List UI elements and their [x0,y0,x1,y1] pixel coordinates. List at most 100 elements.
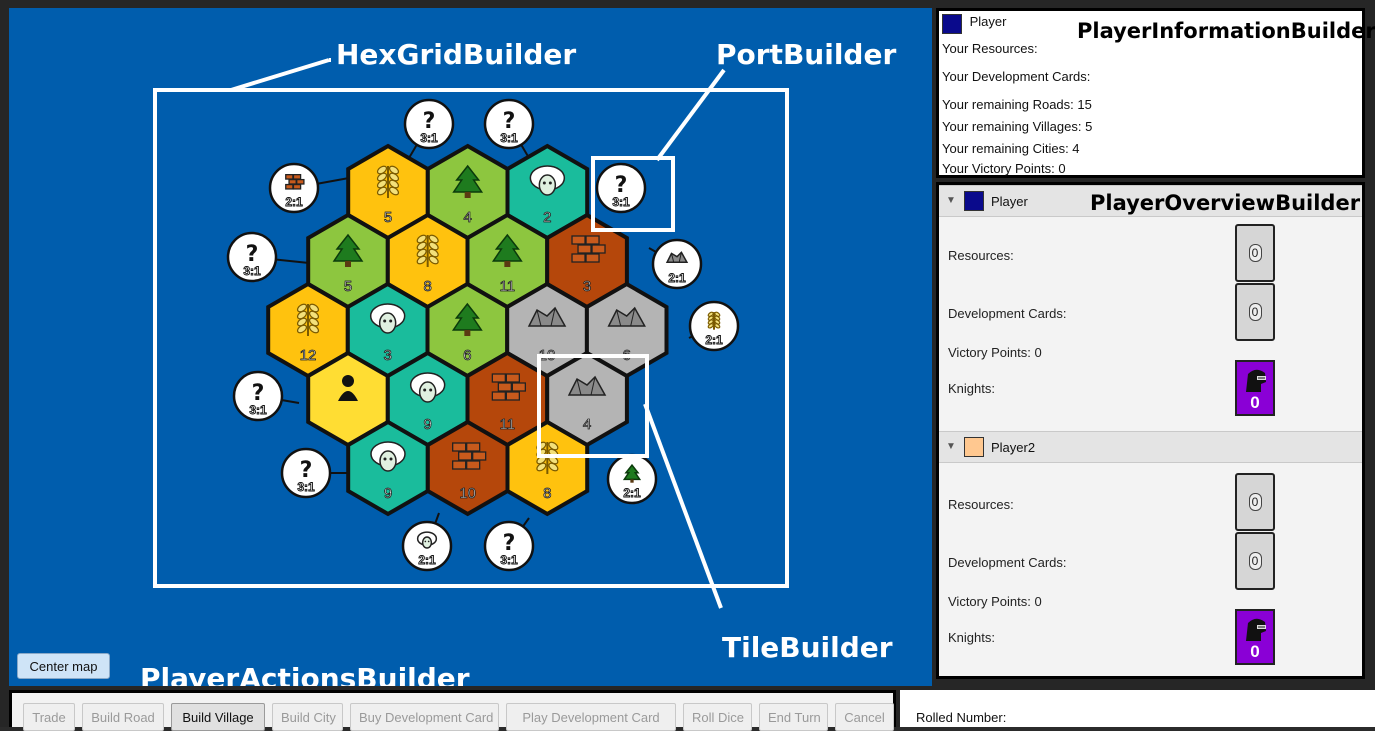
knight-helmet-icon [1246,369,1266,392]
rolled-number-panel: Rolled Number: [900,690,1375,727]
port-wool[interactable]: 2:1 [401,520,453,572]
annotation-actions: PlayerActionsBuilder [140,662,470,686]
victory-points: Your Victory Points: 0 [942,161,1066,176]
resources-count: 0 [1248,244,1262,262]
port-brick[interactable]: 2:1 [268,162,320,214]
player-overview-panel: ▼ Player PlayerOverviewBuilder Resources… [936,182,1365,679]
port-grain[interactable]: 2:1 [688,300,740,352]
tile-number: 2 [543,209,551,226]
victory-points: Victory Points: 0 [948,594,1042,609]
wheat-icon [296,303,320,336]
player-info-header: Player [942,14,1006,34]
port-ratio: 3:1 [249,403,267,417]
port-generic[interactable]: ?3:1 [595,162,647,214]
tile-number: 3 [583,278,591,295]
port-ratio: 3:1 [500,131,518,145]
resources-label: Your Resources: [942,41,1038,56]
tile-number: 11 [500,278,516,295]
tile-number: 5 [384,209,392,226]
tile-number: 9 [424,416,432,433]
port-ore[interactable]: 2:1 [651,238,703,290]
port-generic[interactable]: ?3:1 [403,98,455,150]
port-ratio: 3:1 [500,553,518,567]
port-ratio: 2:1 [668,271,686,285]
player-name: Player [991,194,1028,209]
player-name: Player [969,14,1007,29]
tile-number: 8 [424,278,432,295]
dev-cards-label: Your Development Cards: [942,69,1091,84]
wheat-icon [707,311,721,330]
knights-count: 0 [1250,642,1260,661]
port-generic[interactable]: ?3:1 [280,447,332,499]
brick-icon [285,173,305,190]
rolled-number-label: Rolled Number: [916,710,1007,725]
tile-number: 4 [583,416,591,433]
port-ratio: 3:1 [420,131,438,145]
tile-number: 3 [384,347,392,364]
dev-cards-label: Development Cards: [948,555,1067,570]
port-pointer [655,68,726,162]
player-information-panel: Player PlayerInformationBuilder Your Res… [936,8,1375,178]
dev-cards-card: 0 [1235,532,1275,590]
map-panel[interactable]: 5 4 2 5 8 11 3 12 3 6 10 6 9 11 4 9 10 8? 3:1? 3:1 2:1? 3:1? 3… [9,8,932,686]
tile-wool[interactable]: 9 [346,419,430,517]
player-actions-bar: Trade Build Road Build Village Build City Bu… [9,690,896,731]
collapse-triangle-icon[interactable]: ▼ [946,441,956,452]
port-ratio: 2:1 [418,553,436,567]
dev-cards-count: 0 [1248,552,1262,570]
resources-card: 0 [1235,224,1275,282]
tile-number: 5 [344,278,352,295]
knights-label: Knights: [948,381,995,396]
player-color-swatch [964,191,984,211]
remaining-cities: Your remaining Cities: 4 [942,141,1080,156]
port-generic[interactable]: ?3:1 [483,98,535,150]
tile-pointer [643,403,723,609]
port-ratio: 3:1 [297,480,315,494]
resources-label: Resources: [948,248,1014,263]
center-map-button[interactable]: Center map [17,653,110,679]
tile-number: 12 [300,347,317,364]
remaining-roads: Your remaining Roads: 15 [942,97,1092,112]
wheat-icon [416,234,439,267]
hexgrid-pointer [230,58,330,92]
tile-number: 6 [463,347,471,364]
knight-helmet-icon [1246,618,1266,641]
port-ratio: 3:1 [612,195,630,209]
tile-number: 11 [500,416,516,433]
victory-points: Victory Points: 0 [948,345,1042,360]
remaining-villages: Your remaining Villages: 5 [942,119,1093,134]
annotation-player-info: PlayerInformationBuilder [1077,19,1375,43]
annotation-overview: PlayerOverviewBuilder [1090,191,1361,215]
annotation-tile: TileBuilder [722,631,893,664]
knights-label: Knights: [948,630,995,645]
resources-count: 0 [1248,493,1262,511]
knights-count: 0 [1250,393,1260,412]
player-name: Player2 [991,440,1036,455]
port-ratio: 2:1 [623,486,641,500]
port-ratio: 3:1 [243,264,261,278]
collapse-triangle-icon[interactable]: ▼ [946,195,956,206]
port-ratio: 2:1 [285,195,303,209]
knights-card: 0 [1235,360,1275,416]
port-generic[interactable]: ?3:1 [226,231,278,283]
annotation-hexgrid: HexGridBuilder [336,38,577,71]
port-generic[interactable]: ?3:1 [483,520,535,572]
port-lumber[interactable]: 2:1 [606,453,658,505]
port-generic[interactable]: ?3:1 [232,370,284,422]
tile-number: 4 [464,209,472,226]
player-color-swatch [964,437,984,457]
knights-card: 0 [1235,609,1275,665]
player-section-header[interactable]: ▼ Player2 [939,431,1362,463]
wheat-icon [376,165,400,198]
tile-number: 8 [543,485,551,502]
dev-cards-count: 0 [1248,303,1262,321]
port-ratio: 2:1 [705,333,723,347]
resources-card: 0 [1235,473,1275,531]
annotation-port: PortBuilder [716,38,897,71]
dev-cards-card: 0 [1235,283,1275,341]
dev-cards-label: Development Cards: [948,306,1067,321]
player-color-swatch [942,14,962,34]
tile-number: 9 [384,485,392,502]
tile-number: 10 [459,485,476,502]
hex-map[interactable]: 5 4 25 8 11 312 3 6 10 69 11 49 10 8?3:1?3:12:1?3:1?3… [9,8,932,686]
